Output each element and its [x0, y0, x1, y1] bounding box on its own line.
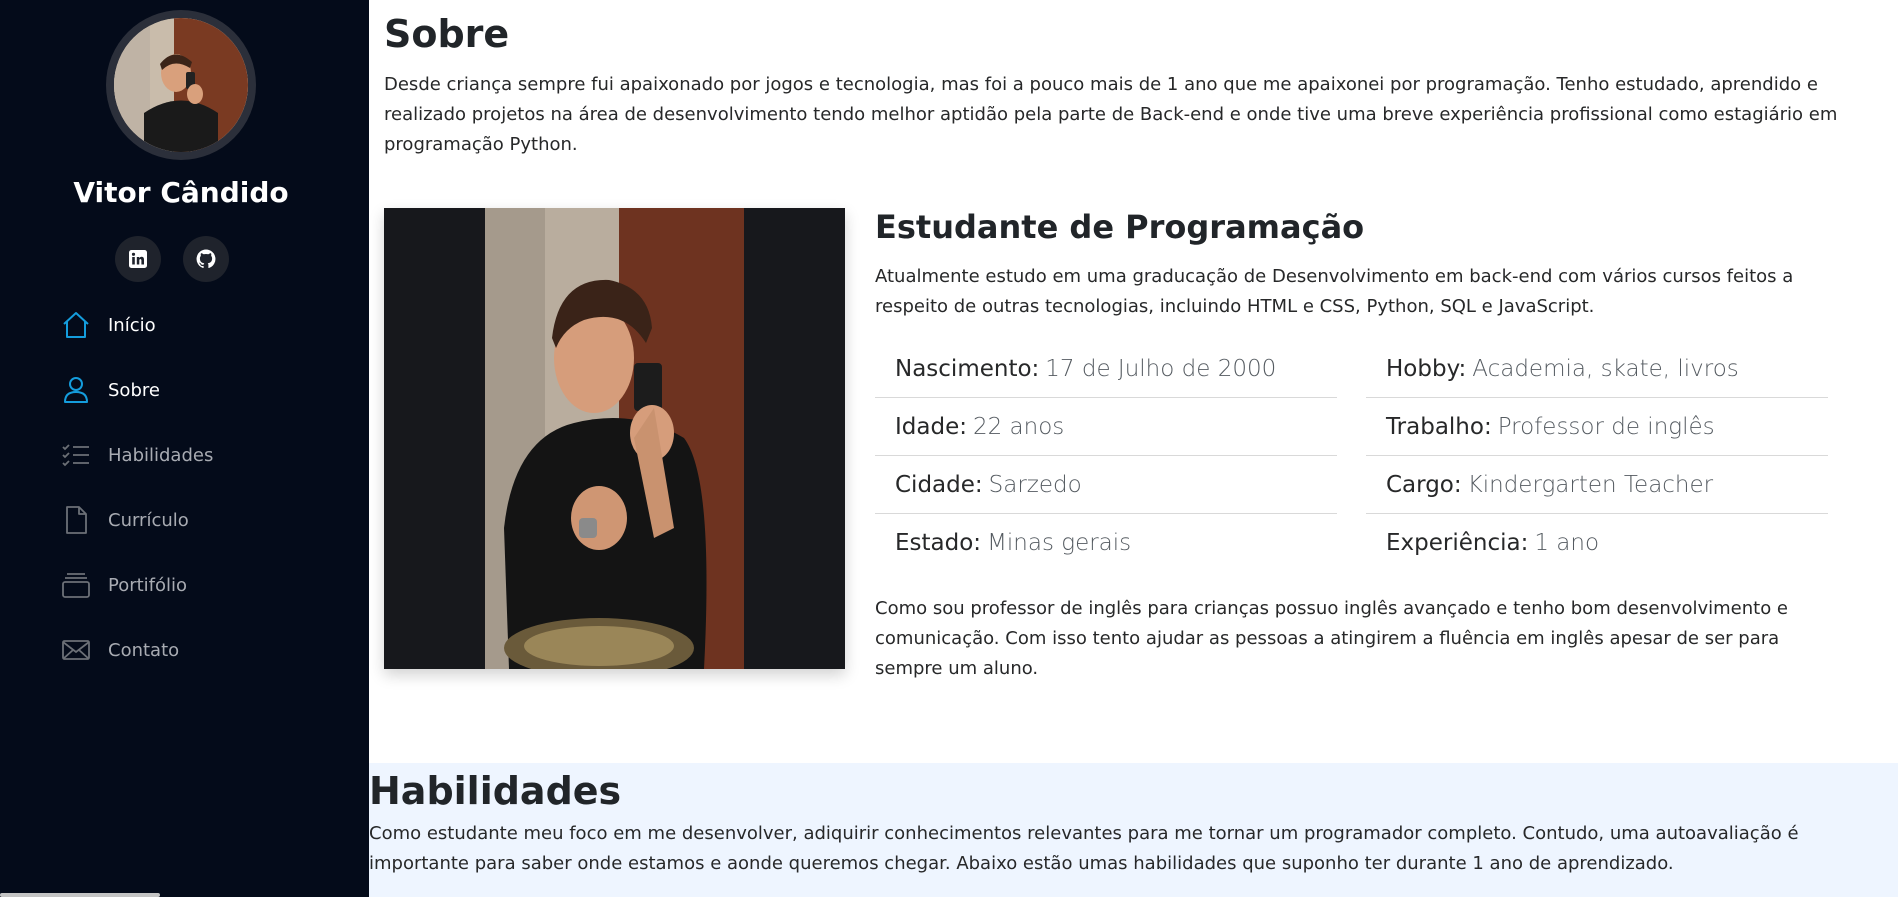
- profile-name: Vitor Cândido: [73, 176, 289, 209]
- info-row: Nascimento: 17 de Julho de 2000: [875, 340, 1337, 398]
- info-key: Trabalho:: [1386, 413, 1492, 440]
- info-list-left: Nascimento: 17 de Julho de 2000 Idade: 2…: [875, 340, 1337, 572]
- about-text: Desde criança sempre fui apaixonado por …: [384, 74, 1838, 155]
- nav-item-contato[interactable]: Contato: [60, 630, 179, 670]
- info-value: 22 anos: [972, 413, 1065, 440]
- skills-text: Como estudante meu foco em me desenvolve…: [369, 823, 1799, 874]
- nav-label: Contato: [108, 639, 180, 661]
- info-key: Cargo:: [1386, 471, 1462, 498]
- info-value: Sarzedo: [988, 471, 1082, 498]
- about-title: Sobre: [384, 12, 510, 56]
- info-value: Professor de inglês: [1497, 413, 1715, 440]
- envelope-icon: [60, 634, 92, 666]
- nav-label: Sobre: [108, 379, 160, 401]
- nav-label: Início: [108, 314, 156, 336]
- skills-section: Habilidades Como estudante meu foco em m…: [369, 763, 1898, 897]
- nav-item-sobre[interactable]: Sobre: [60, 370, 160, 410]
- info-key: Hobby:: [1386, 355, 1467, 382]
- main-content: Sobre Desde criança sempre fui apaixonad…: [369, 0, 1898, 897]
- skills-title: Habilidades: [369, 769, 622, 813]
- collection-icon: [60, 569, 92, 601]
- closing-text: Como sou professor de inglês para crianç…: [875, 598, 1789, 679]
- nav-label: Portifólio: [108, 574, 188, 596]
- info-key: Idade:: [895, 413, 967, 440]
- linkedin-icon: [129, 250, 147, 268]
- nav-label: Habilidades: [108, 444, 214, 466]
- home-icon: [60, 309, 92, 341]
- role-text: Atualmente estudo em uma graducação de D…: [875, 266, 1794, 317]
- info-row: Hobby: Academia, skate, livros: [1366, 340, 1828, 398]
- avatar-photo: [114, 18, 248, 152]
- info-value: Kindergarten Teacher: [1467, 471, 1714, 498]
- github-icon: [196, 249, 216, 269]
- info-value: Academia, skate, livros: [1472, 355, 1739, 382]
- info-row: Trabalho: Professor de inglês: [1366, 398, 1828, 456]
- nav-item-curriculo[interactable]: Currículo: [60, 500, 189, 540]
- info-value: 17 de Julho de 2000: [1045, 355, 1277, 382]
- info-row: Idade: 22 anos: [875, 398, 1337, 456]
- info-row: Cargo: Kindergarten Teacher: [1366, 456, 1828, 514]
- info-key: Cidade:: [895, 471, 983, 498]
- avatar: [106, 10, 256, 160]
- horizontal-scrollbar[interactable]: [0, 893, 160, 897]
- file-icon: [60, 504, 92, 536]
- list-check-icon: [60, 439, 92, 471]
- info-key: Nascimento:: [895, 355, 1040, 382]
- info-key: Estado:: [895, 530, 982, 556]
- nav-item-inicio[interactable]: Início: [60, 305, 156, 345]
- sidebar: Vitor Cândido Início Sobre Habilidades C…: [0, 0, 369, 897]
- info-row: Experiência: 1 ano: [1366, 514, 1828, 572]
- github-button[interactable]: [183, 236, 229, 282]
- info-list-right: Hobby: Academia, skate, livros Trabalho:…: [1366, 340, 1828, 572]
- info-value: Minas gerais: [987, 530, 1132, 556]
- info-key: Experiência:: [1386, 530, 1529, 556]
- profile-photo: [384, 208, 845, 669]
- info-row: Estado: Minas gerais: [875, 514, 1337, 572]
- nav-item-portifolio[interactable]: Portifólio: [60, 565, 187, 605]
- person-icon: [60, 374, 92, 406]
- info-row: Cidade: Sarzedo: [875, 456, 1337, 514]
- linkedin-button[interactable]: [115, 236, 161, 282]
- info-value: 1 ano: [1534, 530, 1600, 556]
- nav-label: Currículo: [108, 509, 189, 531]
- role-title: Estudante de Programação: [875, 208, 1365, 246]
- nav-item-habilidades[interactable]: Habilidades: [60, 435, 213, 475]
